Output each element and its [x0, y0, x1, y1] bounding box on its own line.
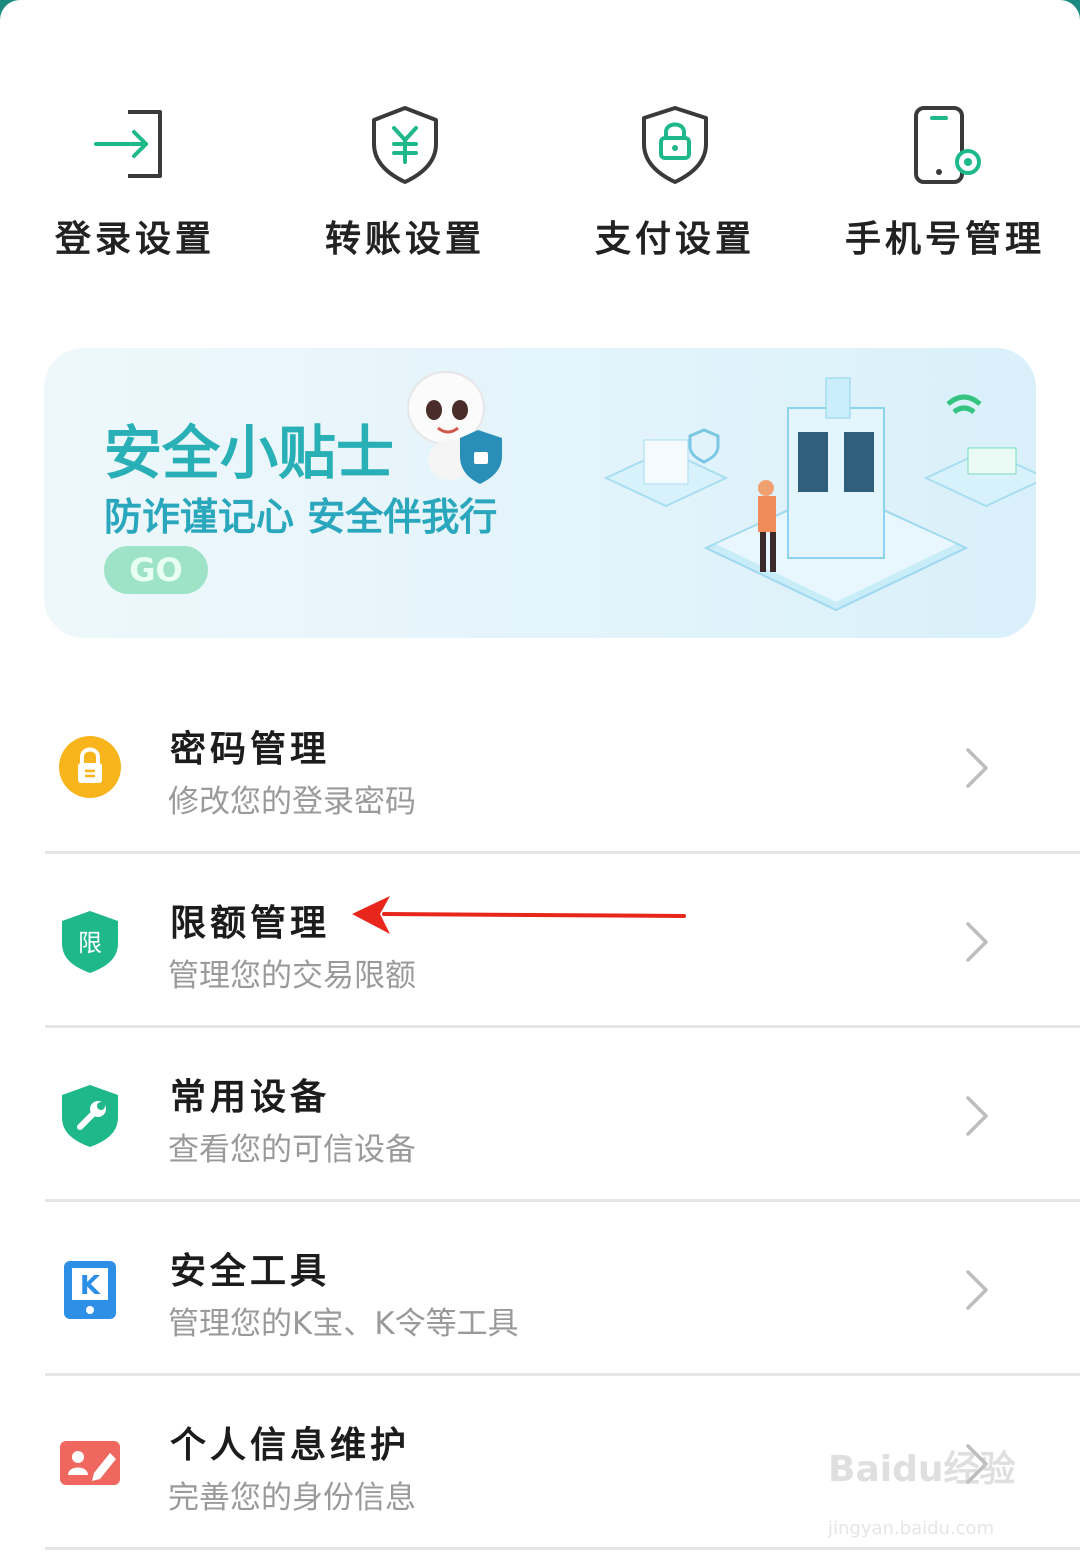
- k-token-icon: K: [64, 1261, 116, 1319]
- quick-label: 转账设置: [324, 219, 485, 260]
- quick-phone-management[interactable]: 手机号管理: [825, 100, 1065, 260]
- menu-item-password[interactable]: 密码管理 修改您的登录密码: [0, 680, 1080, 854]
- payment-lock-icon: [642, 106, 708, 184]
- quick-label: 登录设置: [54, 219, 215, 260]
- menu-item-devices[interactable]: 常用设备 查看您的可信设备: [0, 1028, 1080, 1202]
- quick-actions: 登录设置 转账设置 支付设置 手机号管理: [0, 100, 1080, 260]
- chevron-right-icon: [966, 1270, 988, 1310]
- watermark-text: Baidu经验: [828, 1449, 1016, 1490]
- banner-go-button[interactable]: GO: [104, 546, 208, 594]
- limit-icon-text: 限: [78, 929, 102, 957]
- banner-subtitle: 防诈谨记心 安全伴我行: [104, 495, 498, 539]
- login-icon: [94, 110, 162, 178]
- menu-item-subtitle: 管理您的交易限额: [168, 958, 416, 994]
- menu-item-subtitle: 管理您的K宝、K令等工具: [168, 1306, 519, 1342]
- menu-item-title: 安全工具: [170, 1251, 331, 1292]
- quick-label: 支付设置: [594, 219, 755, 260]
- menu-item-title: 密码管理: [170, 729, 331, 770]
- chevron-right-icon: [966, 922, 988, 962]
- quick-payment-settings[interactable]: 支付设置: [555, 100, 795, 260]
- menu-item-subtitle: 修改您的登录密码: [168, 784, 416, 820]
- annotation-arrow: [352, 896, 686, 934]
- security-tips-banner[interactable]: 安全小贴士 防诈谨记心 安全伴我行 GO: [44, 348, 1036, 638]
- banner-title: 安全小贴士: [104, 419, 395, 487]
- quick-transfer-settings[interactable]: 转账设置: [285, 100, 525, 260]
- menu-item-security-tools[interactable]: K 安全工具 管理您的K宝、K令等工具: [0, 1202, 1080, 1376]
- quick-login-settings[interactable]: 登录设置: [15, 100, 255, 260]
- menu-item-subtitle: 完善您的身份信息: [168, 1480, 416, 1516]
- watermark-url: jingyan.baidu.com: [828, 1518, 995, 1539]
- menu-item-title: 个人信息维护: [170, 1425, 411, 1466]
- quick-label: 手机号管理: [844, 219, 1045, 260]
- menu-item-title: 限额管理: [170, 903, 331, 944]
- server-illustration: [603, 377, 1036, 612]
- chevron-right-icon: [966, 748, 988, 788]
- chevron-right-icon: [966, 1096, 988, 1136]
- mascot-icon: [407, 371, 502, 484]
- k-icon-text: K: [80, 1271, 101, 1301]
- wrench-shield-icon: [62, 1085, 118, 1147]
- menu-item-subtitle: 查看您的可信设备: [168, 1132, 416, 1168]
- lock-icon: [59, 736, 121, 798]
- baidu-watermark: Baidu经验 jingyan.baidu.com: [828, 1440, 1028, 1550]
- phone-settings-icon: [914, 106, 981, 184]
- menu-item-title: 常用设备: [170, 1077, 331, 1118]
- transfer-shield-icon: [372, 106, 438, 184]
- menu-item-limit[interactable]: 限 限额管理 管理您的交易限额: [0, 854, 1080, 1028]
- id-card-edit-icon: [60, 1441, 120, 1485]
- limit-shield-icon: 限: [62, 911, 118, 973]
